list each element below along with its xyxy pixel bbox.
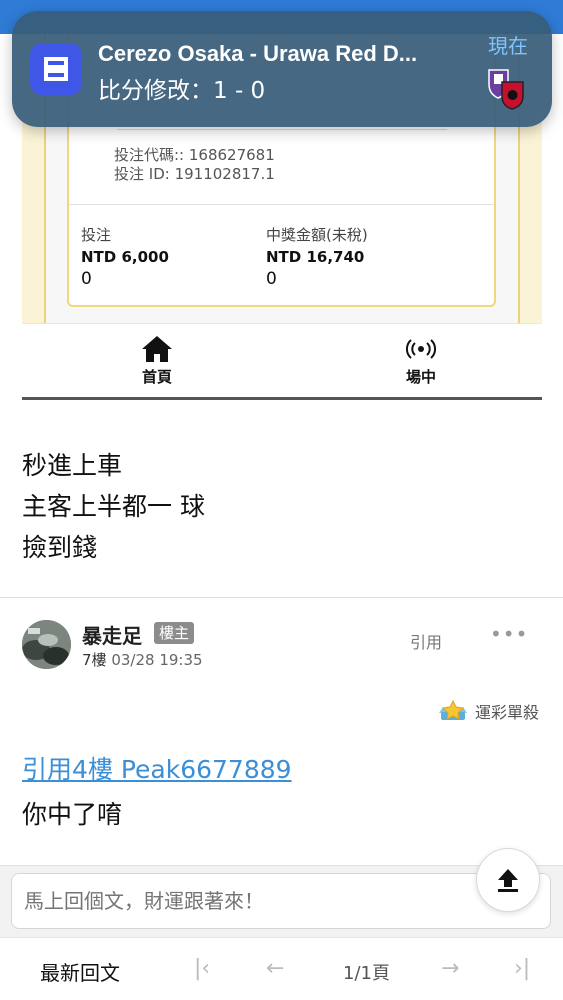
avatar[interactable]	[22, 620, 71, 669]
embed-nav-home: 首頁	[97, 334, 217, 387]
stake-extra: 0	[81, 269, 92, 289]
embed-nav-live: 場中	[361, 334, 481, 387]
quote-button[interactable]: 引用	[410, 629, 442, 653]
op-badge: 樓主	[154, 622, 195, 644]
latest-replies-button[interactable]: 最新回文	[40, 957, 120, 986]
avatar-image	[22, 620, 71, 669]
last-page-button[interactable]: ›|	[514, 956, 530, 981]
reply-input[interactable]	[11, 873, 551, 929]
stake-label: 投注	[81, 226, 112, 244]
post-divider	[0, 597, 563, 598]
embed-nav-home-label: 首頁	[141, 368, 172, 386]
scroll-to-top-button[interactable]	[476, 848, 540, 912]
payout-label: 中獎金額(未稅)	[266, 226, 368, 244]
post-line: 主客上半都一 球	[22, 492, 205, 521]
payout-extra: 0	[266, 269, 277, 289]
payout-amount: NTD 16,740	[266, 248, 365, 266]
bet-id: 投注 ID: 191102817.1	[114, 165, 275, 183]
post-meta: 7樓 03/28 19:35	[82, 649, 203, 670]
app-icon	[30, 43, 82, 95]
floor-number: 7樓	[82, 651, 107, 669]
broadcast-icon	[405, 339, 437, 359]
bet-code: 投注代碼:: 168627681	[114, 146, 275, 164]
notification-time: 現在	[488, 34, 528, 58]
post-line: 秒進上車	[22, 451, 123, 480]
first-page-button[interactable]: |‹	[194, 956, 210, 981]
team-logos-icon	[488, 69, 524, 110]
author-name[interactable]: 暴走足	[82, 620, 142, 649]
post-time: 03/28 19:35	[111, 651, 203, 669]
pagination-bar: 最新回文 |‹ ← 1/1頁 → ›|	[0, 937, 563, 1000]
notification-subtitle: 比分修改：1 - 0	[98, 78, 266, 104]
more-button[interactable]: •••	[490, 622, 528, 646]
bet-divider	[69, 204, 494, 205]
next-page-button[interactable]: →	[441, 956, 459, 981]
push-notification[interactable]: Cerezo Osaka - Urawa Red D... 比分修改：1 - 0…	[12, 11, 552, 127]
post-line: 撿到錢	[22, 533, 98, 562]
quote-link[interactable]: 引用4樓 Peak6677889	[22, 750, 292, 786]
upload-arrow-icon	[498, 869, 518, 892]
bet-codes: 投注代碼:: 168627681 投注 ID: 191102817.1	[114, 146, 275, 184]
sportsbook-logo-icon	[44, 57, 68, 81]
embed-bottom-rule	[22, 397, 542, 400]
rank-badge-icon	[439, 699, 467, 720]
prev-page-button[interactable]: ←	[266, 956, 284, 981]
stake-amount: NTD 6,000	[81, 248, 169, 266]
embed-bottom-nav: 首頁 場中	[22, 323, 542, 399]
payout-column: 中獎金額(未稅) NTD 16,740 0	[266, 224, 368, 290]
reply-text: 你中了唷	[22, 800, 123, 829]
user-rank: 運彩單殺	[437, 698, 539, 724]
embed-nav-live-label: 場中	[405, 368, 436, 386]
home-icon	[142, 336, 172, 362]
post-body: 秒進上車 主客上半都一 球 撿到錢	[22, 445, 205, 568]
rank-label: 運彩單殺	[475, 703, 540, 722]
stake-column: 投注 NTD 6,000 0	[81, 224, 169, 290]
notification-title: Cerezo Osaka - Urawa Red D...	[98, 41, 418, 66]
page-indicator[interactable]: 1/1頁	[343, 959, 390, 985]
